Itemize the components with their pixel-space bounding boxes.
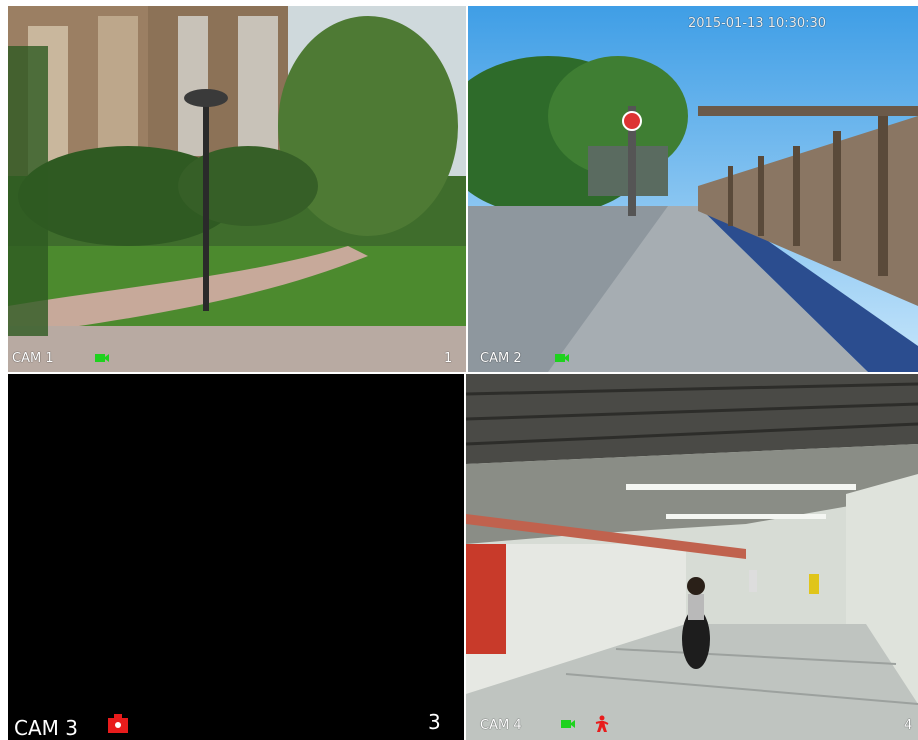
camera-grid: CAM 1 1 2015-01-13 10:30:30 CAM 2 CAM 3 … [0,0,918,740]
camera-2-video [468,6,918,372]
recording-icon [555,354,569,362]
recording-icon [95,354,109,362]
camera-tile-4[interactable]: CAM 4 4 [466,374,918,740]
camera-name: CAM 2 [480,351,522,366]
recording-icon [561,720,575,728]
camera-tile-2[interactable]: 2015-01-13 10:30:30 CAM 2 [468,6,918,372]
camera-tile-1[interactable]: CAM 1 1 [8,6,466,372]
video-loss-icon [108,714,128,733]
camera-name: CAM 1 [12,351,54,366]
timestamp: 2015-01-13 10:30:30 [688,16,827,31]
camera-4-video [466,374,918,740]
channel-number: 1 [444,351,453,366]
channel-number: 3 [428,710,441,734]
camera-1-video [8,6,466,372]
motion-alarm-icon [595,715,609,732]
channel-number: 4 [904,718,913,733]
camera-name: CAM 3 [14,716,78,740]
camera-name: CAM 4 [480,718,522,733]
camera-tile-3[interactable]: CAM 3 3 [8,374,464,740]
